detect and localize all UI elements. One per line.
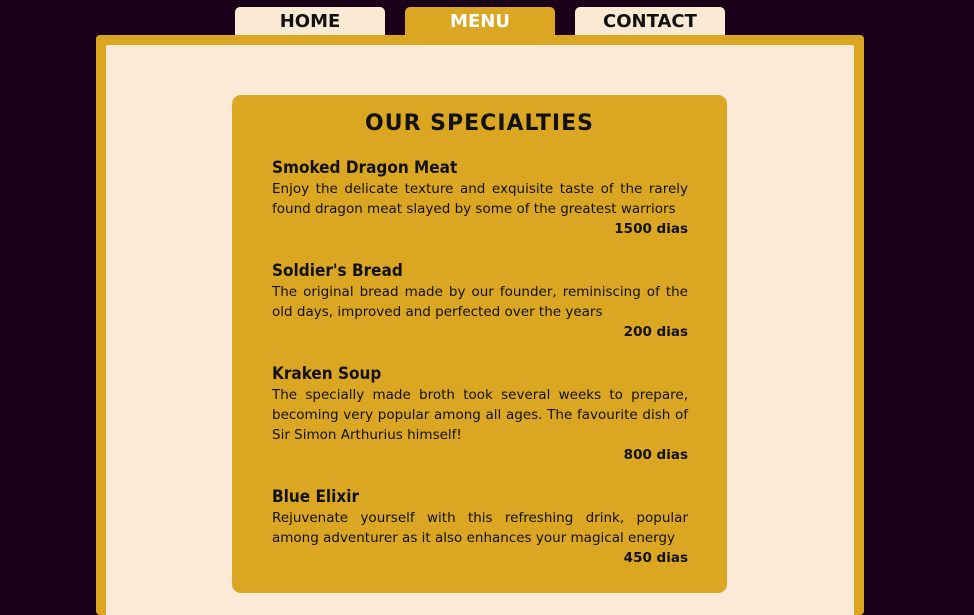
main-nav: HOME MENU CONTACT xyxy=(0,7,974,37)
menu-item: Soldier's Bread The original bread made … xyxy=(272,260,688,342)
menu-item-description: The original bread made by our founder, … xyxy=(272,284,688,320)
menu-item: Kraken Soup The specially made broth too… xyxy=(272,363,688,465)
tab-home[interactable]: HOME xyxy=(235,7,385,37)
menu-item: Smoked Dragon Meat Enjoy the delicate te… xyxy=(272,157,688,239)
menu-item-description: The specially made broth took several we… xyxy=(272,387,688,443)
menu-item-price: 1500 dias xyxy=(614,221,688,237)
tab-menu[interactable]: MENU xyxy=(405,7,555,37)
menu-item: Blue Elixir Rejuvenate yourself with thi… xyxy=(272,486,688,568)
menu-item-name: Blue Elixir xyxy=(272,487,360,507)
menu-item-description: Rejuvenate yourself with this refreshing… xyxy=(272,510,688,546)
tab-contact[interactable]: CONTACT xyxy=(575,7,725,37)
menu-item-name: Smoked Dragon Meat xyxy=(272,158,458,178)
menu-item-name: Kraken Soup xyxy=(272,364,382,384)
specialties-title: OUR SPECIALTIES xyxy=(365,111,594,136)
menu-item-price: 200 dias xyxy=(623,324,688,340)
menu-item-price: 450 dias xyxy=(623,550,688,566)
menu-item-description: Enjoy the delicate texture and exquisite… xyxy=(272,181,688,217)
menu-item-price: 800 dias xyxy=(623,447,688,463)
menu-item-name: Soldier's Bread xyxy=(272,261,403,281)
